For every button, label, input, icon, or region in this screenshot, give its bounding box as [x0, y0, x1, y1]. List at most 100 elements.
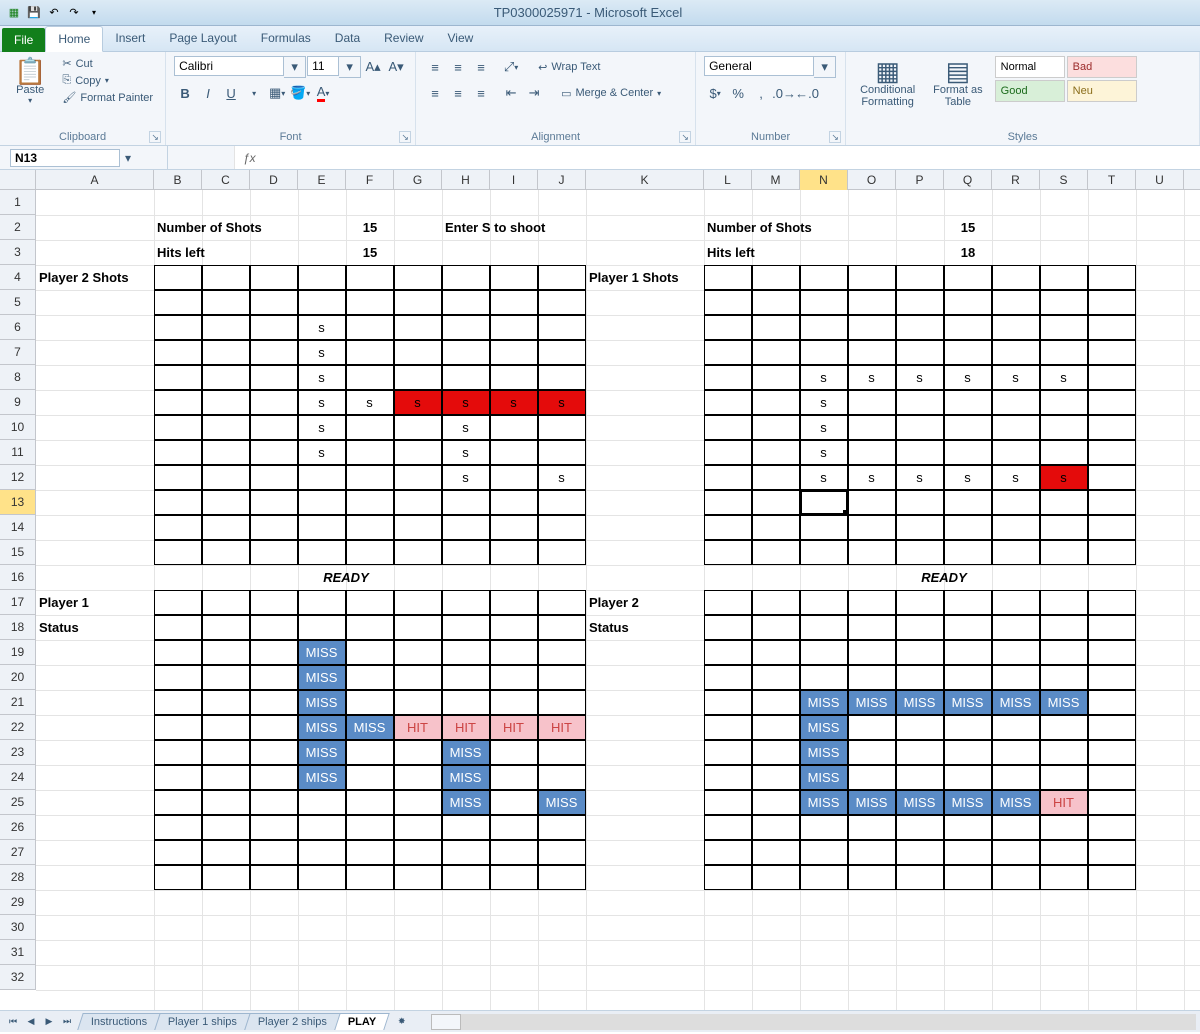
cell[interactable] [394, 365, 442, 390]
cell[interactable] [944, 715, 992, 740]
cell[interactable] [752, 815, 800, 840]
cell[interactable] [154, 390, 202, 415]
cell[interactable]: MISS [896, 790, 944, 815]
dialog-launcher-icon[interactable]: ↘ [829, 131, 841, 143]
conditional-formatting-button[interactable]: ▦Conditional Formatting [854, 56, 921, 110]
sheet-nav-prev-icon[interactable]: ◀ [22, 1014, 40, 1030]
column-headers[interactable]: ABCDEFGHIJKLMNOPQRSTU [36, 170, 1200, 190]
cell[interactable] [298, 840, 346, 865]
cell[interactable] [202, 340, 250, 365]
row-header[interactable]: 12 [0, 465, 35, 490]
cell[interactable] [896, 290, 944, 315]
cell[interactable] [896, 715, 944, 740]
cell[interactable] [394, 415, 442, 440]
cell[interactable]: MISS [800, 765, 848, 790]
cell[interactable]: MISS [992, 690, 1040, 715]
row-header[interactable]: 2 [0, 215, 35, 240]
cell[interactable] [896, 515, 944, 540]
cell[interactable] [250, 590, 298, 615]
cell[interactable] [394, 690, 442, 715]
cell[interactable] [992, 315, 1040, 340]
row-header[interactable]: 8 [0, 365, 35, 390]
cell[interactable] [442, 865, 490, 890]
cell[interactable] [394, 515, 442, 540]
cell[interactable] [202, 615, 250, 640]
cell[interactable] [752, 665, 800, 690]
cell-style-neutral[interactable]: Neu [1067, 80, 1137, 102]
cell[interactable] [896, 590, 944, 615]
cell[interactable] [298, 790, 346, 815]
cell[interactable] [394, 840, 442, 865]
cell[interactable] [250, 790, 298, 815]
cell[interactable] [250, 415, 298, 440]
cell[interactable] [538, 315, 586, 340]
column-header[interactable]: B [154, 170, 202, 190]
column-header[interactable]: N [800, 170, 848, 190]
cell[interactable] [848, 315, 896, 340]
tab-page-layout[interactable]: Page Layout [157, 26, 248, 51]
row-header[interactable]: 22 [0, 715, 35, 740]
cell[interactable]: s [298, 440, 346, 465]
cell[interactable] [992, 415, 1040, 440]
cell[interactable] [250, 815, 298, 840]
chevron-down-icon[interactable]: ▾ [243, 82, 265, 104]
cell[interactable] [538, 665, 586, 690]
cell[interactable] [992, 590, 1040, 615]
cell[interactable] [250, 490, 298, 515]
cell[interactable]: MISS [442, 740, 490, 765]
row-header[interactable]: 29 [0, 890, 35, 915]
copy-button[interactable]: ⎘Copy ▾ [58, 73, 157, 88]
cell[interactable]: 15 [346, 240, 394, 265]
cell[interactable] [848, 865, 896, 890]
cell[interactable] [250, 740, 298, 765]
cell[interactable] [154, 315, 202, 340]
cell[interactable] [538, 740, 586, 765]
cell[interactable]: MISS [800, 790, 848, 815]
column-header[interactable]: I [490, 170, 538, 190]
cell[interactable] [250, 840, 298, 865]
scrollbar-thumb[interactable] [431, 1014, 461, 1030]
cell[interactable] [394, 340, 442, 365]
cell[interactable] [800, 315, 848, 340]
cell[interactable] [752, 265, 800, 290]
row-header[interactable]: 21 [0, 690, 35, 715]
chevron-down-icon[interactable]: ▾ [814, 56, 836, 78]
cell[interactable] [202, 540, 250, 565]
tab-formulas[interactable]: Formulas [249, 26, 323, 51]
fx-icon[interactable]: ƒx [235, 151, 264, 165]
cell[interactable]: s [538, 465, 586, 490]
cell[interactable] [1088, 615, 1136, 640]
cell[interactable] [202, 715, 250, 740]
cell[interactable] [154, 840, 202, 865]
cell[interactable] [394, 615, 442, 640]
cell[interactable] [992, 640, 1040, 665]
sheet-tab-play[interactable]: PLAY [335, 1013, 391, 1030]
cell[interactable] [490, 590, 538, 615]
cell[interactable] [944, 265, 992, 290]
cell[interactable] [896, 765, 944, 790]
cell[interactable] [1088, 540, 1136, 565]
cell[interactable] [442, 290, 490, 315]
cell[interactable] [538, 440, 586, 465]
cell[interactable] [154, 640, 202, 665]
row-header[interactable]: 14 [0, 515, 35, 540]
cell[interactable] [202, 740, 250, 765]
cell[interactable] [1040, 390, 1088, 415]
cell[interactable] [298, 815, 346, 840]
row-header[interactable]: 6 [0, 315, 35, 340]
row-header[interactable]: 17 [0, 590, 35, 615]
cell[interactable]: s [800, 390, 848, 415]
cell[interactable] [704, 615, 752, 640]
cell[interactable] [202, 315, 250, 340]
cell[interactable] [944, 740, 992, 765]
cell[interactable] [1088, 440, 1136, 465]
cell[interactable]: s [944, 465, 992, 490]
cell[interactable] [800, 540, 848, 565]
cell[interactable] [346, 815, 394, 840]
cell[interactable] [704, 715, 752, 740]
cell[interactable]: MISS [298, 715, 346, 740]
cell[interactable]: MISS [848, 690, 896, 715]
row-header[interactable]: 23 [0, 740, 35, 765]
cell[interactable]: MISS [298, 740, 346, 765]
cell[interactable] [202, 665, 250, 690]
